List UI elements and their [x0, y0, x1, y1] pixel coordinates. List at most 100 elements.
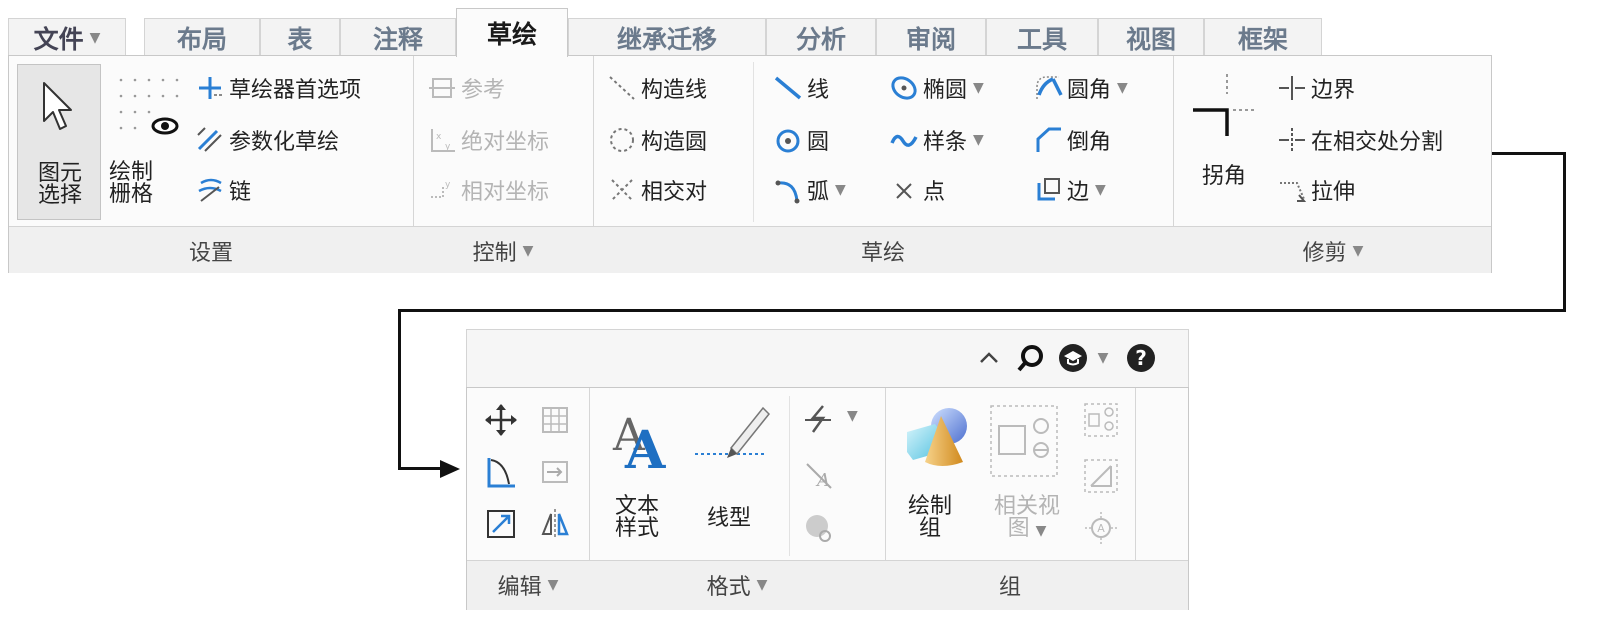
learning-connector-icon[interactable]	[1055, 340, 1091, 376]
move-icon[interactable]	[483, 402, 519, 443]
ribbon-body: A A 文本 样式 线型 ▼ A 绘制 组 相关视 图 ▼ A 编辑 ▼ 格式 …	[466, 387, 1189, 610]
tab-legacy-migration[interactable]: 继承迁移	[568, 18, 766, 56]
edge-button[interactable]: 边 ▼	[1033, 174, 1106, 206]
sketcher-preferences-button[interactable]: 草绘器首选项	[195, 72, 361, 104]
tab-layout[interactable]: 布局	[144, 18, 260, 56]
mirror-icon[interactable]	[537, 506, 573, 547]
draw-grid-button[interactable]: 绘制 栅格	[109, 64, 185, 220]
tab-analysis[interactable]: 分析	[766, 18, 876, 56]
construction-circle-button[interactable]: 构造圆	[607, 124, 707, 156]
line-style-button[interactable]: 线型	[689, 400, 773, 556]
chevron-down-icon[interactable]: ▼	[1117, 80, 1128, 96]
edit-group-text: 编辑	[497, 574, 542, 600]
relative-coordinates-button[interactable]: y 相对坐标	[427, 174, 549, 206]
connector-line	[1492, 152, 1566, 155]
fillet-button[interactable]: 圆角 ▼	[1033, 72, 1128, 104]
tab-table[interactable]: 表	[260, 18, 340, 56]
linear-style-icon[interactable]	[801, 402, 841, 443]
group-settings-icon[interactable]	[1083, 402, 1119, 443]
select-label-line2: 选择	[37, 183, 82, 208]
group-annotation-icon[interactable]: A	[1083, 510, 1119, 551]
text-style-button[interactable]: A A 文本 样式	[607, 400, 687, 556]
chevron-down-icon[interactable]: ▼	[973, 132, 984, 148]
ribbon-panel: 图元 选择 绘制 栅格 草绘器首选项 参数化草绘 链 参考 x y 绝对坐标 y…	[8, 55, 1492, 273]
chevron-down-icon[interactable]: ▼	[973, 80, 984, 96]
boundary-button[interactable]: 边界	[1277, 72, 1355, 104]
group-label-control[interactable]: 控制 ▼	[413, 227, 593, 274]
edge-icon	[1033, 175, 1063, 205]
group-group-text: 组	[998, 574, 1021, 600]
tab-annotate[interactable]: 注释	[340, 18, 456, 56]
translate-icon[interactable]	[537, 454, 573, 495]
construction-line-button[interactable]: 构造线	[607, 72, 707, 104]
tab-analysis-label: 分析	[795, 24, 846, 54]
spline-button[interactable]: 样条 ▼	[889, 124, 984, 156]
group-label-sketch: 草绘	[593, 227, 1173, 274]
control-group-text: 控制	[472, 240, 517, 266]
search-icon[interactable]	[1013, 340, 1049, 376]
chevron-down-icon: ▼	[547, 576, 559, 593]
arc-icon	[773, 175, 803, 205]
corner-trim-icon	[1193, 74, 1255, 136]
chevron-down-icon[interactable]: ▼	[835, 182, 846, 198]
chevron-down-icon: ▼	[89, 29, 101, 46]
absolute-coordinates-label: 绝对坐标	[461, 130, 550, 155]
chamfer-button[interactable]: 倒角	[1033, 124, 1111, 156]
line-icon	[773, 73, 803, 103]
tab-review[interactable]: 审阅	[876, 18, 986, 56]
svg-text:A: A	[815, 470, 830, 491]
chevron-down-icon: ▼	[522, 242, 534, 259]
group-label-edit[interactable]: 编辑 ▼	[467, 561, 589, 608]
intersect-pair-button[interactable]: 相交对	[607, 174, 707, 206]
related-view-button[interactable]: 相关视 图 ▼	[983, 400, 1071, 556]
help-icon[interactable]: ?	[1123, 340, 1159, 376]
hyperlink-icon[interactable]	[801, 510, 841, 551]
rotate-icon[interactable]	[483, 454, 519, 495]
intersect-icon	[607, 175, 637, 205]
group-label-trim[interactable]: 修剪 ▼	[1173, 227, 1493, 274]
chevron-down-icon[interactable]: ▼	[1091, 340, 1115, 376]
svg-text:A: A	[624, 420, 666, 472]
construction-circle-icon	[607, 125, 637, 155]
chain-icon	[195, 175, 225, 205]
group-label-format[interactable]: 格式 ▼	[589, 561, 885, 608]
chevron-down-icon: ▼	[1035, 523, 1047, 539]
tab-file[interactable]: 文件 ▼	[8, 18, 126, 56]
absolute-coordinates-button[interactable]: xy 绝对坐标	[427, 124, 549, 156]
tab-sketch[interactable]: 草绘	[456, 8, 568, 57]
ellipse-label: 椭圆	[923, 78, 968, 103]
point-button[interactable]: 点	[889, 174, 945, 206]
tab-file-label: 文件	[33, 24, 84, 54]
divide-button[interactable]: 在相交处分割	[1277, 124, 1443, 156]
tab-frame[interactable]: 框架	[1204, 18, 1322, 56]
tab-view[interactable]: 视图	[1098, 18, 1204, 56]
collapse-ribbon-icon[interactable]	[971, 340, 1007, 376]
text-slant-icon[interactable]: A	[801, 458, 841, 499]
tab-tools[interactable]: 工具	[986, 18, 1098, 56]
line-button[interactable]: 线	[773, 72, 829, 104]
trim-group-text: 修剪	[1302, 240, 1347, 266]
scale-icon[interactable]	[483, 506, 519, 547]
chevron-down-icon[interactable]: ▼	[847, 408, 858, 424]
draw-group-button[interactable]: 绘制 组	[897, 400, 977, 556]
stretch-button[interactable]: 拉伸	[1277, 174, 1355, 206]
settings-group-text: 设置	[188, 240, 233, 266]
select-button[interactable]: 图元 选择	[17, 64, 101, 220]
hatch-icon[interactable]	[537, 402, 573, 443]
ellipse-button[interactable]: 椭圆 ▼	[889, 72, 984, 104]
chevron-down-icon[interactable]: ▼	[1095, 182, 1106, 198]
chain-button[interactable]: 链	[195, 174, 251, 206]
format-group-text: 格式	[706, 574, 751, 600]
group-detail-icon[interactable]	[1083, 458, 1119, 499]
reference-button[interactable]: 参考	[427, 72, 505, 104]
stretch-icon	[1277, 175, 1307, 205]
parametric-sketch-button[interactable]: 参数化草绘	[195, 124, 339, 156]
draw-group-label: 绘制 组	[905, 496, 955, 540]
circle-button[interactable]: 圆	[773, 124, 829, 156]
corner-button[interactable]: 拐角	[1185, 66, 1267, 222]
draw-group-icon	[907, 408, 967, 466]
absolute-coordinates-icon: xy	[427, 125, 457, 155]
divide-label: 在相交处分割	[1311, 130, 1444, 155]
arc-button[interactable]: 弧 ▼	[773, 174, 846, 206]
construction-line-icon	[607, 73, 637, 103]
